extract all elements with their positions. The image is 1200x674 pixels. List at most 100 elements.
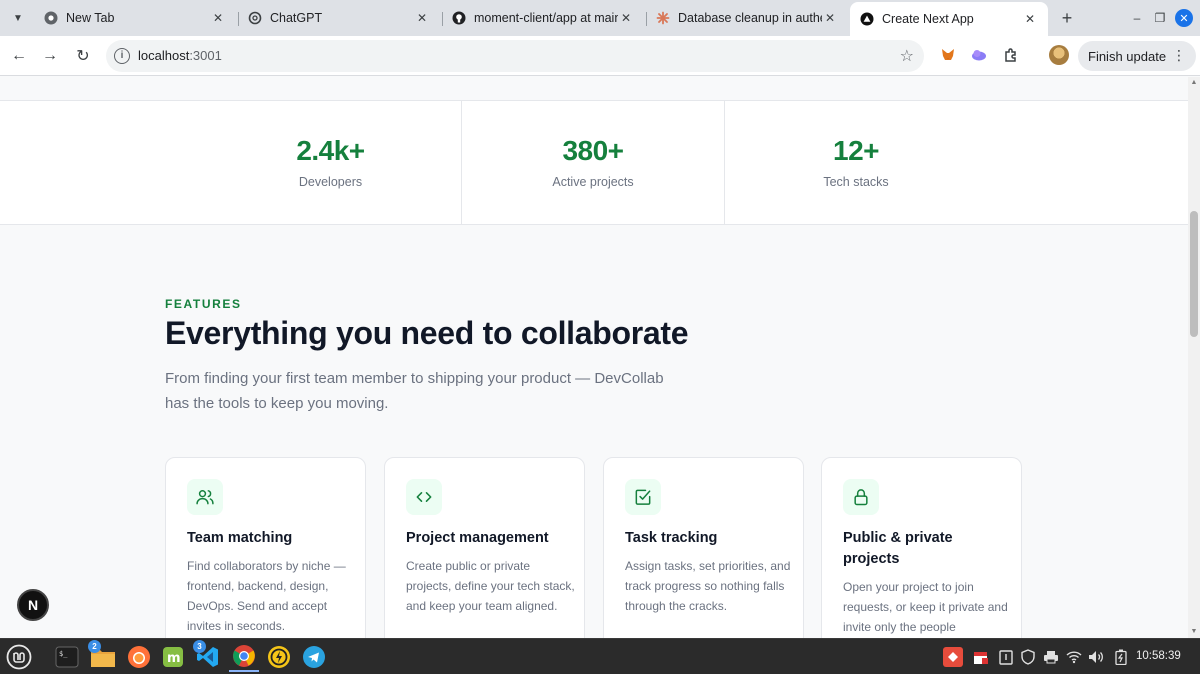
os-taskbar: $_ 2 m 3 10:58:39 <box>0 638 1200 674</box>
metamask-fox-icon[interactable] <box>939 46 957 64</box>
stat-value: 2.4k+ <box>296 135 365 166</box>
telegram-icon[interactable] <box>299 642 329 672</box>
card-title: Task tracking <box>625 530 718 546</box>
finish-update-label: Finish update <box>1088 48 1167 64</box>
claude-icon <box>656 11 670 25</box>
calendar-tray-icon[interactable] <box>973 649 989 665</box>
vercel-icon <box>860 12 874 26</box>
card-description: Open your project to join requests, or k… <box>843 580 1008 634</box>
vscode-icon[interactable]: 3 <box>193 640 223 672</box>
feature-card-task-tracking: Task tracking Assign tasks, set prioriti… <box>603 457 804 638</box>
users-icon <box>187 479 223 515</box>
github-icon <box>452 11 466 25</box>
files-folder-icon[interactable]: 2 <box>88 640 118 672</box>
card-title: Public & private projects <box>843 530 953 567</box>
url-host: localhost <box>138 48 190 63</box>
reload-icon[interactable]: ↻ <box>71 44 95 68</box>
tab-search-chevron-icon[interactable]: ▼ <box>6 6 30 30</box>
close-icon[interactable]: ✕ <box>414 10 430 26</box>
restore-icon[interactable]: ❐ <box>1151 9 1169 27</box>
volume-tray-icon[interactable] <box>1088 649 1104 665</box>
mint-menu-icon[interactable] <box>4 642 34 672</box>
tab-title: Create Next App <box>882 12 974 26</box>
stat-value: 380+ <box>562 135 624 166</box>
section-eyebrow: FEATURES <box>165 297 242 311</box>
lock-icon <box>843 479 879 515</box>
back-arrow-icon[interactable]: ← <box>7 44 31 68</box>
firefox-icon[interactable] <box>124 642 154 672</box>
profile-avatar[interactable] <box>1049 45 1069 65</box>
tab-title: moment-client/app at main <box>474 11 618 25</box>
stat-label: Active projects <box>552 175 634 189</box>
close-icon[interactable]: ✕ <box>210 10 226 26</box>
browser-toolbar: ← → ↻ i localhost:3001 ☆ Finish update ⋮ <box>0 36 1200 76</box>
scroll-up-arrow-icon[interactable]: ▲ <box>1190 79 1198 87</box>
tab-create-next-app[interactable]: Create Next App ✕ <box>850 2 1048 36</box>
shield-tray-icon[interactable] <box>1020 649 1036 665</box>
close-icon[interactable]: ✕ <box>1022 11 1038 27</box>
notification-badge: 2 <box>88 640 101 653</box>
more-vertical-icon: ⋮ <box>1172 47 1186 63</box>
page-viewport: 2.4k+ Developers 380+ Active projects 12… <box>0 77 1188 638</box>
browser-tab-strip: ▼ New Tab ✕ ChatGPT ✕ moment-client/app … <box>0 0 1200 36</box>
mint-software-manager-icon[interactable]: m <box>158 642 188 672</box>
wifi-tray-icon[interactable] <box>1066 649 1082 665</box>
minimize-icon[interactable]: – <box>1128 9 1146 27</box>
bookmark-star-icon[interactable]: ☆ <box>900 46 914 66</box>
card-title: Team matching <box>187 530 293 546</box>
stat-active-projects: 380+ Active projects <box>462 101 724 224</box>
cloud-extension-icon[interactable] <box>970 46 988 64</box>
site-info-icon[interactable]: i <box>114 48 130 64</box>
svg-text:$_: $_ <box>59 650 68 658</box>
code-icon <box>406 479 442 515</box>
card-description: Find collaborators by niche — frontend, … <box>187 559 346 633</box>
tab-github[interactable]: moment-client/app at main ✕ <box>442 4 644 32</box>
tab-chatgpt[interactable]: ChatGPT ✕ <box>238 4 440 32</box>
power-app-icon[interactable] <box>264 642 294 672</box>
scrollbar-thumb[interactable] <box>1190 211 1198 337</box>
tab-claude[interactable]: Database cleanup in authe ✕ <box>646 4 848 32</box>
address-bar[interactable]: i localhost:3001 ☆ <box>106 40 924 72</box>
card-title: Project management <box>406 530 549 546</box>
window-close-icon[interactable]: ✕ <box>1175 9 1193 27</box>
section-headline: Everything you need to collaborate <box>165 315 689 351</box>
scroll-down-arrow-icon[interactable]: ▼ <box>1190 628 1198 636</box>
feature-card-project-management: Project management Create public or priv… <box>384 457 585 638</box>
extensions-puzzle-icon[interactable] <box>1002 46 1020 64</box>
clipboard-tray-icon[interactable] <box>998 649 1014 665</box>
tab-title: New Tab <box>66 11 115 25</box>
stat-value: 12+ <box>833 135 880 166</box>
stat-tech-stacks: 12+ Tech stacks <box>725 101 987 224</box>
url-text[interactable]: localhost:3001 <box>138 48 222 63</box>
card-description: Assign tasks, set priorities, and track … <box>625 559 791 613</box>
card-description: Create public or private projects, defin… <box>406 559 575 613</box>
nextjs-dev-badge[interactable]: N <box>17 589 49 621</box>
stat-label: Developers <box>298 175 363 189</box>
anydesk-icon[interactable] <box>943 647 963 667</box>
feature-card-team-matching: Team matching Find collaborators by nich… <box>165 457 366 638</box>
check-square-icon <box>625 479 661 515</box>
new-tab-plus-icon[interactable]: + <box>1056 7 1078 29</box>
tab-title: Database cleanup in authe <box>678 11 822 25</box>
close-icon[interactable]: ✕ <box>618 10 634 26</box>
stat-label: Tech stacks <box>823 175 889 189</box>
tab-new-tab[interactable]: New Tab ✕ <box>34 4 236 32</box>
printer-tray-icon[interactable] <box>1043 649 1059 665</box>
chrome-icon <box>44 11 58 25</box>
forward-arrow-icon[interactable]: → <box>38 44 62 68</box>
battery-tray-icon[interactable] <box>1113 649 1129 665</box>
stats-bar: 2.4k+ Developers 380+ Active projects 12… <box>0 100 1188 225</box>
page-scrollbar[interactable]: ▲ ▼ <box>1188 77 1200 638</box>
finish-update-button[interactable]: Finish update ⋮ <box>1078 41 1196 71</box>
svg-text:m: m <box>167 651 181 666</box>
stat-developers: 2.4k+ Developers <box>200 101 461 224</box>
chrome-taskbar-icon[interactable] <box>229 642 259 672</box>
openai-icon <box>248 11 262 25</box>
system-clock[interactable]: 10:58:39 <box>1136 650 1181 662</box>
notification-badge: 3 <box>193 640 206 653</box>
terminal-icon[interactable]: $_ <box>52 642 82 672</box>
feature-card-public-private: Public & private projects Open your proj… <box>821 457 1022 638</box>
tab-title: ChatGPT <box>270 11 323 25</box>
close-icon[interactable]: ✕ <box>822 10 838 26</box>
section-lead: From finding your first team member to s… <box>165 370 664 412</box>
